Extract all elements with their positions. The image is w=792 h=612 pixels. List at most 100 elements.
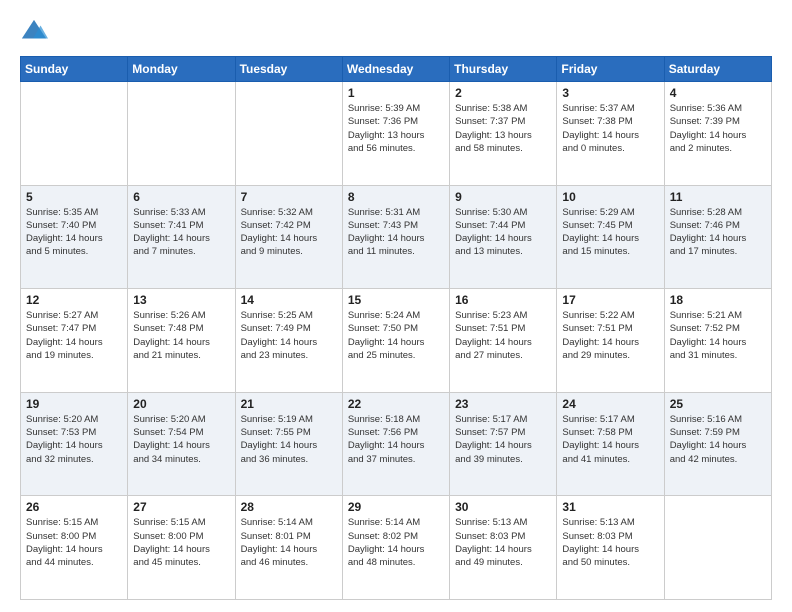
cell-info: Sunrise: 5:26 AM Sunset: 7:48 PM Dayligh… [133, 309, 229, 362]
header [20, 18, 772, 46]
calendar-cell [21, 82, 128, 186]
calendar-cell: 9 Sunrise: 5:30 AM Sunset: 7:44 PM Daylig… [450, 185, 557, 289]
logo [20, 18, 52, 46]
calendar-cell: 29 Sunrise: 5:14 AM Sunset: 8:02 PM Dayli… [342, 496, 449, 600]
calendar-cell: 2 Sunrise: 5:38 AM Sunset: 7:37 PM Daylig… [450, 82, 557, 186]
day-number: 31 [562, 500, 658, 514]
cell-info: Sunrise: 5:23 AM Sunset: 7:51 PM Dayligh… [455, 309, 551, 362]
day-number: 4 [670, 86, 766, 100]
col-header-tuesday: Tuesday [235, 57, 342, 82]
cell-info: Sunrise: 5:27 AM Sunset: 7:47 PM Dayligh… [26, 309, 122, 362]
calendar-cell: 31 Sunrise: 5:13 AM Sunset: 8:03 PM Dayli… [557, 496, 664, 600]
cell-info: Sunrise: 5:25 AM Sunset: 7:49 PM Dayligh… [241, 309, 337, 362]
calendar-cell [664, 496, 771, 600]
day-number: 26 [26, 500, 122, 514]
day-number: 5 [26, 190, 122, 204]
day-number: 10 [562, 190, 658, 204]
calendar-cell: 1Sunrise: 5:39 AM Sunset: 7:36 PM Daylig… [342, 82, 449, 186]
cell-info: Sunrise: 5:30 AM Sunset: 7:44 PM Dayligh… [455, 206, 551, 259]
page: SundayMondayTuesdayWednesdayThursdayFrid… [0, 0, 792, 612]
cell-info: Sunrise: 5:20 AM Sunset: 7:53 PM Dayligh… [26, 413, 122, 466]
cell-info: Sunrise: 5:28 AM Sunset: 7:46 PM Dayligh… [670, 206, 766, 259]
day-number: 1 [348, 86, 444, 100]
day-number: 27 [133, 500, 229, 514]
day-number: 12 [26, 293, 122, 307]
calendar-cell: 19 Sunrise: 5:20 AM Sunset: 7:53 PM Dayli… [21, 392, 128, 496]
calendar-cell: 23 Sunrise: 5:17 AM Sunset: 7:57 PM Dayli… [450, 392, 557, 496]
day-number: 20 [133, 397, 229, 411]
cell-info: Sunrise: 5:35 AM Sunset: 7:40 PM Dayligh… [26, 206, 122, 259]
calendar-cell: 22Sunrise: 5:18 AM Sunset: 7:56 PM Dayli… [342, 392, 449, 496]
cell-info: Sunrise: 5:14 AM Sunset: 8:01 PM Dayligh… [241, 516, 337, 569]
col-header-friday: Friday [557, 57, 664, 82]
day-number: 2 [455, 86, 551, 100]
calendar-cell: 15Sunrise: 5:24 AM Sunset: 7:50 PM Dayli… [342, 289, 449, 393]
cell-info: Sunrise: 5:31 AM Sunset: 7:43 PM Dayligh… [348, 206, 444, 259]
calendar-cell [128, 82, 235, 186]
cell-info: Sunrise: 5:13 AM Sunset: 8:03 PM Dayligh… [455, 516, 551, 569]
day-number: 8 [348, 190, 444, 204]
cell-info: Sunrise: 5:38 AM Sunset: 7:37 PM Dayligh… [455, 102, 551, 155]
cell-info: Sunrise: 5:33 AM Sunset: 7:41 PM Dayligh… [133, 206, 229, 259]
cell-info: Sunrise: 5:21 AM Sunset: 7:52 PM Dayligh… [670, 309, 766, 362]
calendar-cell: 7 Sunrise: 5:32 AM Sunset: 7:42 PM Daylig… [235, 185, 342, 289]
calendar-cell: 28 Sunrise: 5:14 AM Sunset: 8:01 PM Dayli… [235, 496, 342, 600]
calendar-cell: 6 Sunrise: 5:33 AM Sunset: 7:41 PM Daylig… [128, 185, 235, 289]
calendar-cell: 11Sunrise: 5:28 AM Sunset: 7:46 PM Dayli… [664, 185, 771, 289]
calendar-cell: 3 Sunrise: 5:37 AM Sunset: 7:38 PM Daylig… [557, 82, 664, 186]
col-header-saturday: Saturday [664, 57, 771, 82]
calendar-cell: 5 Sunrise: 5:35 AM Sunset: 7:40 PM Daylig… [21, 185, 128, 289]
calendar-cell: 18 Sunrise: 5:21 AM Sunset: 7:52 PM Dayli… [664, 289, 771, 393]
day-number: 18 [670, 293, 766, 307]
cell-info: Sunrise: 5:14 AM Sunset: 8:02 PM Dayligh… [348, 516, 444, 569]
cell-info: Sunrise: 5:36 AM Sunset: 7:39 PM Dayligh… [670, 102, 766, 155]
calendar-cell: 4 Sunrise: 5:36 AM Sunset: 7:39 PM Daylig… [664, 82, 771, 186]
day-number: 29 [348, 500, 444, 514]
day-number: 23 [455, 397, 551, 411]
day-number: 13 [133, 293, 229, 307]
logo-icon [20, 18, 48, 46]
col-header-thursday: Thursday [450, 57, 557, 82]
day-number: 21 [241, 397, 337, 411]
day-number: 24 [562, 397, 658, 411]
cell-info: Sunrise: 5:29 AM Sunset: 7:45 PM Dayligh… [562, 206, 658, 259]
calendar-cell: 16 Sunrise: 5:23 AM Sunset: 7:51 PM Dayli… [450, 289, 557, 393]
calendar-cell: 17 Sunrise: 5:22 AM Sunset: 7:51 PM Dayli… [557, 289, 664, 393]
cell-info: Sunrise: 5:16 AM Sunset: 7:59 PM Dayligh… [670, 413, 766, 466]
cell-info: Sunrise: 5:15 AM Sunset: 8:00 PM Dayligh… [133, 516, 229, 569]
cell-info: Sunrise: 5:13 AM Sunset: 8:03 PM Dayligh… [562, 516, 658, 569]
cell-info: Sunrise: 5:32 AM Sunset: 7:42 PM Dayligh… [241, 206, 337, 259]
day-number: 30 [455, 500, 551, 514]
cell-info: Sunrise: 5:15 AM Sunset: 8:00 PM Dayligh… [26, 516, 122, 569]
day-number: 14 [241, 293, 337, 307]
cell-info: Sunrise: 5:22 AM Sunset: 7:51 PM Dayligh… [562, 309, 658, 362]
day-number: 28 [241, 500, 337, 514]
cell-info: Sunrise: 5:20 AM Sunset: 7:54 PM Dayligh… [133, 413, 229, 466]
cell-info: Sunrise: 5:24 AM Sunset: 7:50 PM Dayligh… [348, 309, 444, 362]
col-header-wednesday: Wednesday [342, 57, 449, 82]
cell-info: Sunrise: 5:37 AM Sunset: 7:38 PM Dayligh… [562, 102, 658, 155]
calendar-cell: 24 Sunrise: 5:17 AM Sunset: 7:58 PM Dayli… [557, 392, 664, 496]
calendar-cell: 21Sunrise: 5:19 AM Sunset: 7:55 PM Dayli… [235, 392, 342, 496]
calendar-cell: 8 Sunrise: 5:31 AM Sunset: 7:43 PM Daylig… [342, 185, 449, 289]
calendar-cell: 30 Sunrise: 5:13 AM Sunset: 8:03 PM Dayli… [450, 496, 557, 600]
cell-info: Sunrise: 5:17 AM Sunset: 7:57 PM Dayligh… [455, 413, 551, 466]
day-number: 9 [455, 190, 551, 204]
col-header-monday: Monday [128, 57, 235, 82]
calendar-cell [235, 82, 342, 186]
calendar-cell: 27 Sunrise: 5:15 AM Sunset: 8:00 PM Dayli… [128, 496, 235, 600]
calendar-cell: 13 Sunrise: 5:26 AM Sunset: 7:48 PM Dayli… [128, 289, 235, 393]
day-number: 16 [455, 293, 551, 307]
day-number: 17 [562, 293, 658, 307]
day-number: 7 [241, 190, 337, 204]
day-number: 19 [26, 397, 122, 411]
calendar-cell: 25 Sunrise: 5:16 AM Sunset: 7:59 PM Dayli… [664, 392, 771, 496]
cell-info: Sunrise: 5:18 AM Sunset: 7:56 PM Dayligh… [348, 413, 444, 466]
day-number: 25 [670, 397, 766, 411]
calendar-cell: 26 Sunrise: 5:15 AM Sunset: 8:00 PM Dayli… [21, 496, 128, 600]
cell-info: Sunrise: 5:17 AM Sunset: 7:58 PM Dayligh… [562, 413, 658, 466]
day-number: 3 [562, 86, 658, 100]
col-header-sunday: Sunday [21, 57, 128, 82]
day-number: 6 [133, 190, 229, 204]
calendar-table: SundayMondayTuesdayWednesdayThursdayFrid… [20, 56, 772, 600]
